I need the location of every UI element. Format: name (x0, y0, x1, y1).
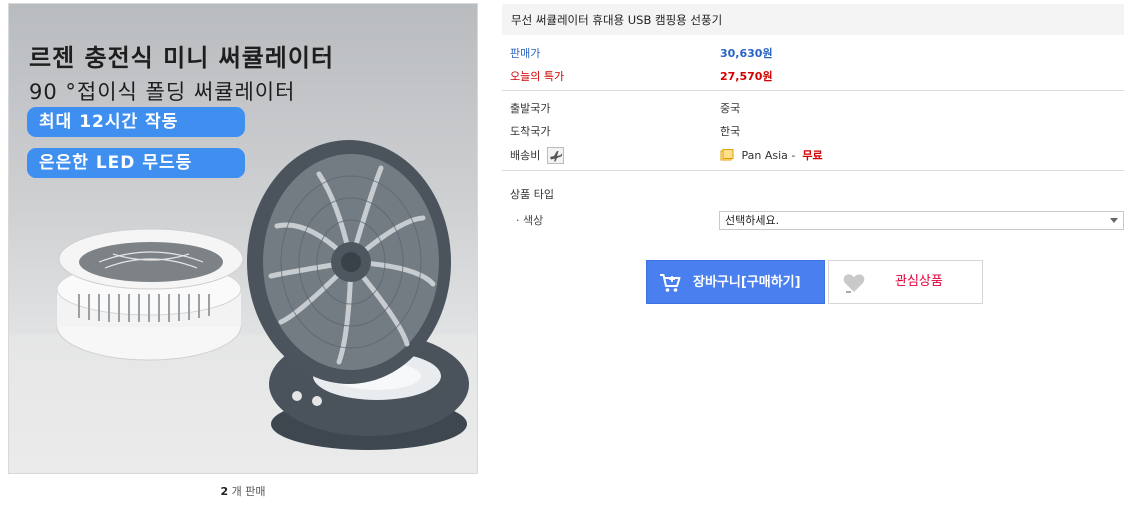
shipping-fee-row: 배송비 (510, 146, 564, 165)
origin-country-label: 출발국가 (510, 102, 551, 115)
image-badge-runtime: 최대 12시간 작동 (27, 107, 245, 137)
color-select[interactable]: 선택하세요. (719, 211, 1124, 230)
add-to-cart-label: 장바구니[구매하기] (693, 275, 801, 290)
price-label: 판매가 (510, 47, 541, 60)
fan-illustration (9, 140, 477, 473)
destination-country-label: 도착국가 (510, 125, 551, 138)
destination-country-value: 한국 (720, 125, 741, 138)
carrier-name: Pan Asia - (741, 149, 796, 162)
wishlist-label: 관심상품 (895, 274, 943, 289)
origin-country-value: 중국 (720, 102, 741, 115)
divider (502, 170, 1124, 171)
divider (502, 90, 1124, 91)
price-value: 30,630원 (720, 47, 773, 60)
shipping-fee-label: 배송비 (510, 149, 541, 162)
wishlist-button[interactable]: 관심상품 (828, 260, 983, 304)
product-title: 무선 써큘레이터 휴대용 USB 캠핑용 선풍기 (502, 4, 1124, 35)
sales-count-suffix: 개 판매 (231, 485, 266, 498)
color-select-value: 선택하세요. (725, 214, 780, 227)
special-price-label: 오늘의 특가 (510, 70, 565, 83)
cart-icon (660, 274, 681, 292)
add-to-cart-button[interactable]: 장바구니[구매하기] (646, 260, 825, 304)
chevron-down-icon (1110, 218, 1118, 223)
shipping-box-icon (720, 149, 734, 161)
shipping-fee-value: Pan Asia - 무료 (720, 147, 823, 163)
special-price-value: 27,570원 (720, 70, 773, 83)
color-option-label: · 색상 (516, 214, 544, 227)
sales-count-number: 2 (220, 485, 229, 498)
heart-icon (843, 274, 865, 293)
airplane-icon[interactable] (546, 146, 564, 164)
option-section-label: 상품 타입 (510, 188, 554, 201)
image-headline: 르젠 충전식 미니 써큘레이터 (29, 44, 335, 72)
product-image[interactable]: 르젠 충전식 미니 써큘레이터 90 °접이식 폴딩 써큘레이터 최대 12시간… (8, 3, 478, 474)
sales-count: 2 개 판매 (8, 483, 478, 499)
image-subhead: 90 °접이식 폴딩 써큘레이터 (29, 80, 296, 104)
shipping-fee-free: 무료 (802, 149, 823, 162)
image-badge-led: 은은한 LED 무드등 (27, 148, 245, 178)
